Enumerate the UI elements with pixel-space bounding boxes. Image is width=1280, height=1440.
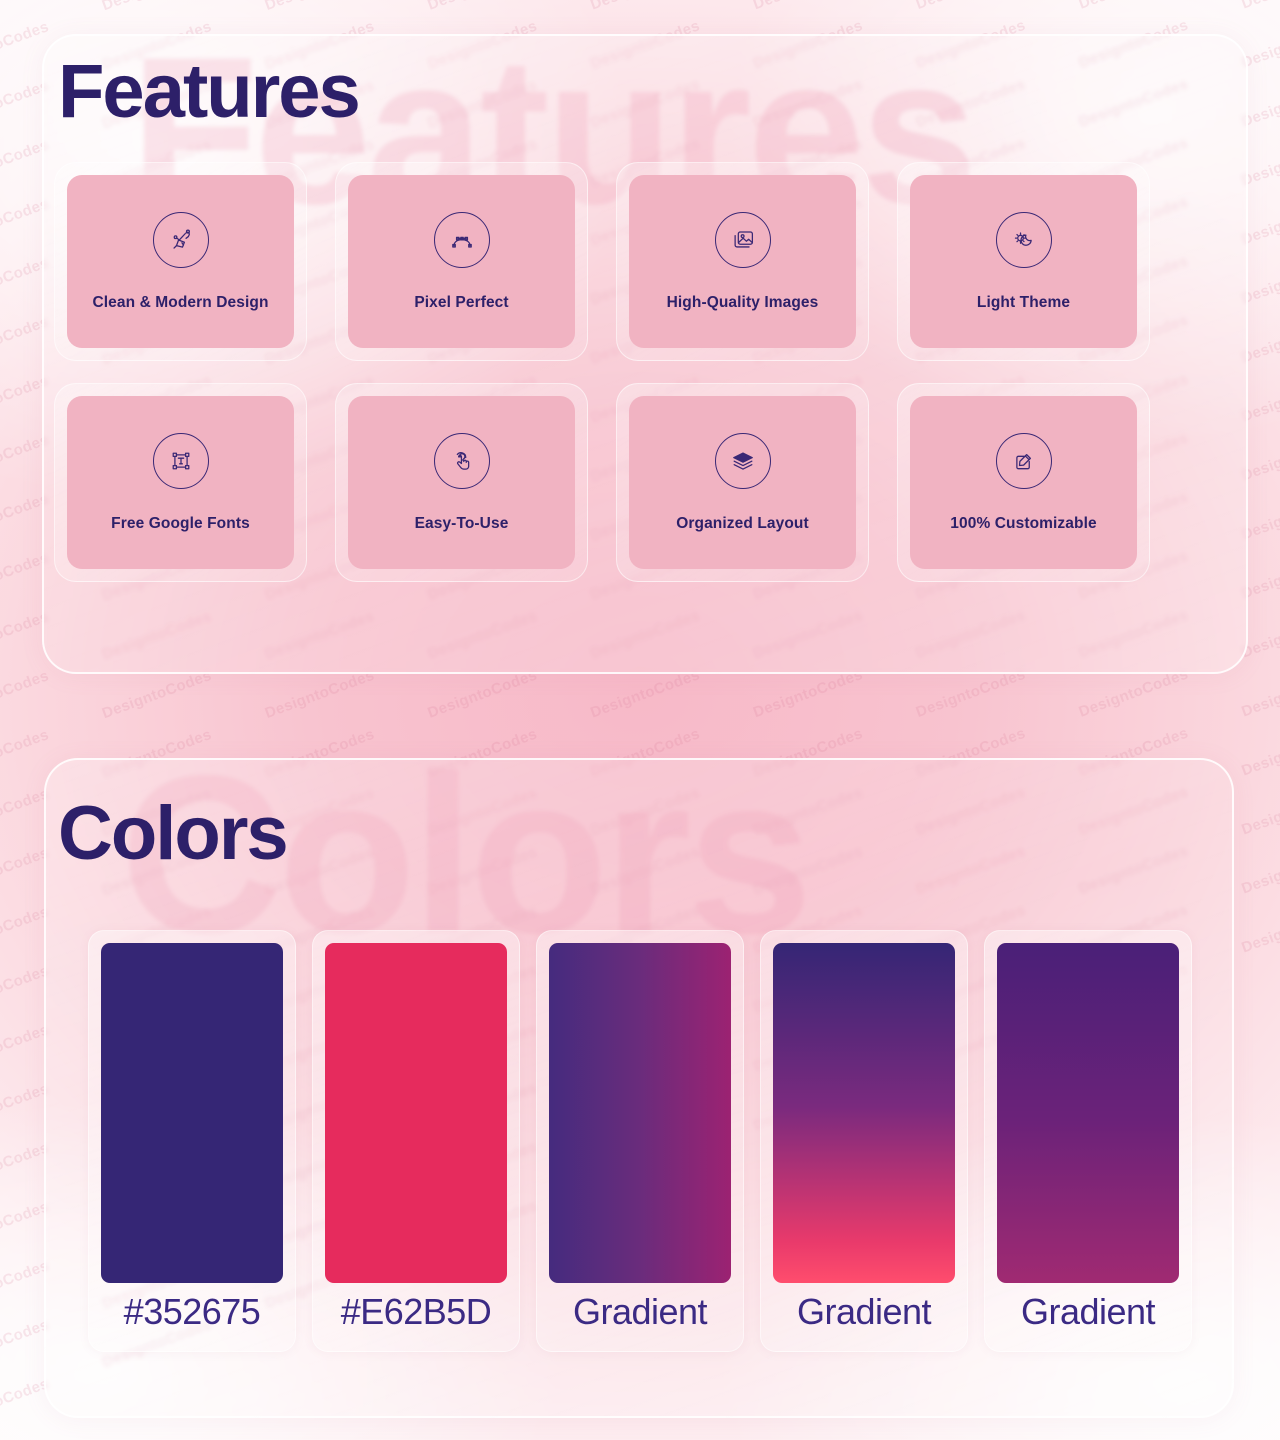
sun-moon-icon (995, 211, 1052, 268)
feature-card-label: 100% Customizable (950, 514, 1097, 532)
feature-card-label: Clean & Modern Design (92, 293, 269, 311)
color-swatch-chip[interactable] (325, 943, 507, 1283)
color-swatch-label: #352675 (123, 1291, 261, 1332)
feature-card-frame[interactable]: Easy-To-Use (335, 383, 588, 582)
bezier-curve-icon (433, 211, 490, 268)
color-swatch-chip[interactable] (549, 943, 731, 1283)
feature-card-label: High-Quality Images (666, 293, 819, 311)
feature-card-label: Pixel Perfect (414, 293, 509, 311)
feature-card[interactable]: Clean & Modern Design (67, 175, 294, 348)
feature-card-frame[interactable]: Light Theme (897, 162, 1150, 361)
feature-card-label: Free Google Fonts (111, 514, 250, 532)
text-frame-icon (152, 432, 209, 489)
colors-section-title: Colors (58, 791, 289, 876)
layers-icon (714, 432, 771, 489)
hand-tap-icon (433, 432, 490, 489)
color-swatch-frame[interactable]: #352675 (88, 930, 296, 1352)
feature-card-frame[interactable]: Free Google Fonts (54, 383, 307, 582)
image-stack-icon (714, 211, 771, 268)
feature-card-frame[interactable]: Clean & Modern Design (54, 162, 307, 361)
color-swatch-frame[interactable]: Gradient (536, 930, 744, 1352)
color-swatch-label: Gradient (796, 1291, 932, 1332)
feature-card[interactable]: Pixel Perfect (348, 175, 575, 348)
feature-card-label: Organized Layout (676, 514, 809, 532)
feature-card[interactable]: Organized Layout (629, 396, 856, 569)
color-swatch-label: Gradient (572, 1291, 708, 1332)
edit-square-icon (995, 432, 1052, 489)
feature-card-label: Light Theme (976, 293, 1071, 311)
feature-card[interactable]: 100% Customizable (910, 396, 1137, 569)
color-swatch-label: #E62B5D (340, 1291, 492, 1332)
feature-card-label: Easy-To-Use (414, 514, 509, 532)
color-swatch-chip[interactable] (101, 943, 283, 1283)
feature-card[interactable]: Free Google Fonts (67, 396, 294, 569)
color-swatch-frame[interactable]: #E62B5D (312, 930, 520, 1352)
feature-card-frame[interactable]: Pixel Perfect (335, 162, 588, 361)
color-swatch-frame[interactable]: Gradient (760, 930, 968, 1352)
feature-card[interactable]: Easy-To-Use (348, 396, 575, 569)
features-grid: Clean & Modern Design Pixel Perfect High… (54, 162, 1150, 582)
vector-pen-node-icon (152, 211, 209, 268)
feature-card-frame[interactable]: 100% Customizable (897, 383, 1150, 582)
color-swatches-row: #352675 #E62B5D Gradient Gradient Gradient (88, 930, 1192, 1352)
color-swatch-chip[interactable] (997, 943, 1179, 1283)
color-swatch-frame[interactable]: Gradient (984, 930, 1192, 1352)
features-section-title: Features (58, 49, 361, 134)
feature-card-frame[interactable]: Organized Layout (616, 383, 869, 582)
feature-card-frame[interactable]: High-Quality Images (616, 162, 869, 361)
feature-card[interactable]: High-Quality Images (629, 175, 856, 348)
color-swatch-chip[interactable] (773, 943, 955, 1283)
color-swatch-label: Gradient (1020, 1291, 1156, 1332)
feature-card[interactable]: Light Theme (910, 175, 1137, 348)
